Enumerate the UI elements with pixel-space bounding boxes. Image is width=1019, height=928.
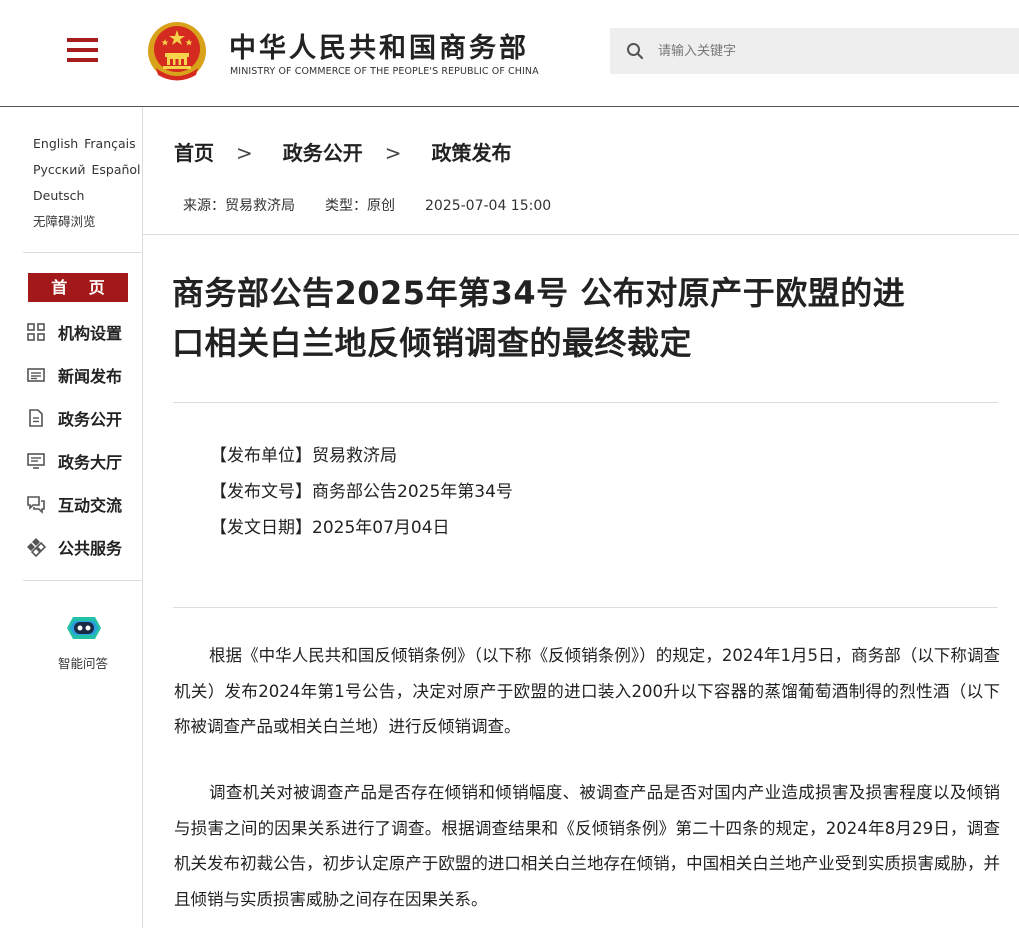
meta-datetime: 2025-07-04 15:00 [425,198,552,214]
sidebar-item-interaction[interactable]: 互动交流 [26,488,140,518]
national-emblem-icon[interactable] [146,20,208,84]
search-input[interactable] [658,36,998,66]
search-bar [610,28,1019,74]
sidebar-item-news[interactable]: 新闻发布 [26,359,140,389]
sidebar: English Français Русский Español Deutsch 无… [0,107,143,928]
lang-french[interactable]: Français [84,136,136,151]
breadcrumb: 首页 > 政务公开 > 政策发布 [174,137,512,167]
site-header: 中华人民共和国商务部 MINISTRY OF COMMERCE OF THE P… [0,0,1019,107]
sidebar-item-home[interactable]: 首 页 [28,273,128,302]
article-paragraph: 调查机关对被调查产品是否存在倾销和倾销幅度、被调查产品是否对国内产业造成损害及损… [174,783,1000,909]
info-publishing-unit: 【发布单位】贸易救济局 [210,446,397,466]
chat-icon [27,496,45,514]
service-icon [27,538,46,557]
sidebar-item-label: 新闻发布 [58,367,123,386]
meta-type: 类型：原创 [325,198,395,214]
article-title: 商务部公告2025年第34号 公布对原产于欧盟的进 口相关白兰地反倾销调查的最终… [172,268,1002,368]
sidebar-divider [23,580,142,581]
sidebar-item-organization[interactable]: 机构设置 [26,316,140,346]
document-icon [29,409,43,427]
breadcrumb-gov-affairs[interactable]: 政务公开 [283,141,363,165]
sidebar-item-gov-affairs[interactable]: 政务公开 [26,402,140,432]
sidebar-divider [23,252,142,253]
content-divider [143,234,1019,235]
lang-russian[interactable]: Русский [33,162,85,177]
lang-spanish[interactable]: Español [91,162,140,177]
article-info: 【发布单位】贸易救济局 【发布文号】商务部公告2025年第34号 【发文日期】2… [210,438,513,546]
search-icon[interactable] [626,42,644,60]
breadcrumb-home[interactable]: 首页 [174,141,214,165]
meta-source: 来源：贸易救济局 [183,198,295,214]
info-issue-date: 【发文日期】2025年07月04日 [210,518,450,538]
sidebar-item-label: 互动交流 [58,496,123,515]
newspaper-icon [27,368,45,382]
article-title-line: 口相关白兰地反倾销调查的最终裁定 [172,324,693,362]
breadcrumb-separator: > [384,141,402,165]
sidebar-item-label: 政务公开 [58,410,123,429]
robot-assistant-icon[interactable] [61,609,107,647]
article-meta: 来源：贸易救济局 类型：原创 2025-07-04 15:00 [183,195,581,215]
site-title-en: MINISTRY OF COMMERCE OF THE PEOPLE'S REP… [230,66,539,77]
sidebar-item-label: 公共服务 [58,539,123,558]
info-document-number: 【发布文号】商务部公告2025年第34号 [210,482,513,502]
content-divider [173,607,998,608]
sidebar-item-label: 机构设置 [58,324,123,343]
sidebar-item-label: 政务大厅 [58,453,123,472]
accessibility-link[interactable]: 无障碍浏览 [33,214,96,229]
article-title-line: 商务部公告2025年第34号 公布对原产于欧盟的进 [172,274,906,312]
site-title-cn[interactable]: 中华人民共和国商务部 [229,26,529,65]
monitor-icon [27,453,45,469]
breadcrumb-policy-release[interactable]: 政策发布 [432,141,512,165]
menu-icon[interactable] [67,38,98,62]
content-divider [173,402,998,403]
lang-english[interactable]: English [33,136,78,151]
article-paragraph: 根据《中华人民共和国反倾销条例》（以下称《反倾销条例》）的规定，2024年1月5… [174,646,1000,736]
sidebar-item-service-hall[interactable]: 政务大厅 [26,445,140,475]
assistant-label[interactable]: 智能问答 [30,653,136,672]
language-links: English Français Русский Español Deutsch 无… [33,131,141,235]
breadcrumb-separator: > [236,141,253,165]
lang-german[interactable]: Deutsch [33,188,84,203]
grid-icon [27,323,45,341]
sidebar-item-public-service[interactable]: 公共服务 [26,531,140,561]
